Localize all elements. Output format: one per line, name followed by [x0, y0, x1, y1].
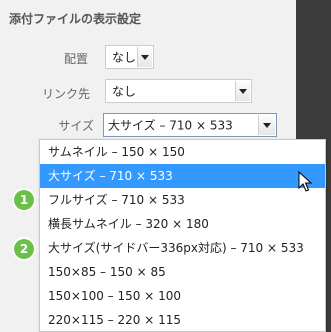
size-option[interactable]: フルサイズ – 710 × 533	[40, 188, 325, 212]
size-option[interactable]: 220×115 – 220 × 115	[40, 308, 325, 331]
link-to-label: リンク先	[41, 87, 90, 101]
align-select[interactable]: なし	[105, 45, 154, 69]
size-option[interactable]: 横長サムネイル – 320 × 180	[40, 212, 325, 236]
panel-title: 添付ファイルの表示設定	[9, 12, 142, 26]
size-option[interactable]: サムネイル – 150 × 150	[40, 140, 325, 164]
size-select-value: 大サイズ – 710 × 533	[108, 118, 233, 133]
chevron-down-icon[interactable]	[137, 47, 152, 67]
size-option[interactable]: 150×100 – 150 × 100	[40, 284, 325, 308]
mouse-pointer-icon	[298, 171, 313, 192]
size-label: サイズ	[58, 119, 94, 133]
chevron-down-icon[interactable]	[258, 115, 275, 135]
size-option[interactable]: 大サイズ(サイドバー336px対応) – 710 × 533	[40, 236, 325, 260]
chevron-down-icon[interactable]	[235, 81, 250, 101]
size-dropdown-list: サムネイル – 150 × 150 大サイズ – 710 × 533 フルサイズ…	[39, 139, 326, 332]
size-option[interactable]: 150×85 – 150 × 85	[40, 260, 325, 284]
size-select[interactable]: 大サイズ – 710 × 533	[103, 113, 277, 137]
align-select-value: なし	[112, 50, 137, 65]
link-to-select[interactable]: なし	[105, 79, 252, 103]
size-option-highlighted[interactable]: 大サイズ – 710 × 533	[40, 164, 325, 188]
link-to-select-value: なし	[112, 84, 137, 99]
annotation-badge-2: 2	[14, 239, 34, 259]
align-label: 配置	[63, 52, 88, 66]
annotation-badge-1: 1	[14, 190, 34, 210]
